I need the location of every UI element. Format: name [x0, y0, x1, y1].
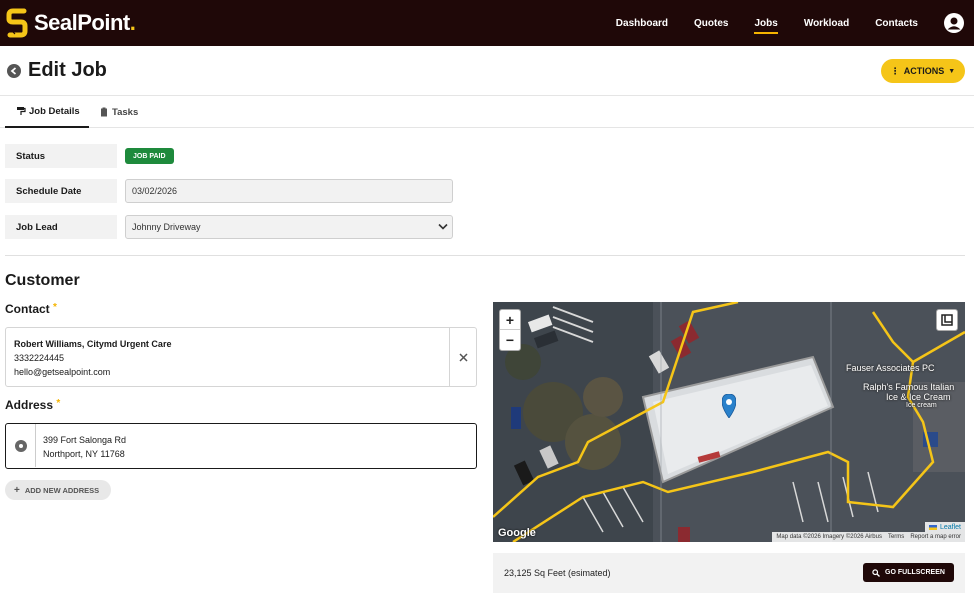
map-attribution: Map data ©2026 Imagery ©2026 Airbus Term…	[772, 532, 965, 542]
sealpoint-logo-icon	[6, 8, 28, 38]
paint-roller-icon	[17, 107, 26, 115]
main-nav: Dashboard Quotes Jobs Workload Contacts	[616, 0, 974, 46]
contact-phone: 3332224445	[14, 353, 65, 363]
chevron-down-icon	[438, 223, 448, 230]
customer-heading: Customer	[5, 272, 80, 289]
go-fullscreen-label: GO FULLSCREEN	[885, 569, 945, 576]
tab-job-details-label: Job Details	[29, 105, 80, 117]
leaflet-link: Leaflet	[939, 523, 961, 531]
contact-heading: Contact *	[5, 302, 57, 316]
map-view[interactable]: + − Fauser Associates PC Ralph's Famous …	[493, 302, 965, 542]
schedule-date-input[interactable]: 03/02/2026	[125, 179, 453, 203]
tab-tasks-label: Tasks	[112, 106, 139, 118]
contact-name: Robert Williams, Citymd Urgent Care	[14, 339, 172, 349]
poi-ralphs-line3[interactable]: Ice cream	[906, 401, 937, 411]
add-new-address-label: ADD NEW ADDRESS	[24, 485, 100, 495]
search-icon	[872, 568, 881, 577]
user-account-icon[interactable]	[944, 13, 964, 33]
job-lead-label: Job Lead	[5, 215, 117, 239]
address-separator	[35, 424, 36, 467]
address-heading-text: Address	[5, 398, 54, 412]
map-data-credit: Map data ©2026 Imagery ©2026 Airbus	[776, 534, 882, 540]
satellite-imagery	[493, 302, 965, 542]
tab-tasks[interactable]: Tasks	[99, 96, 138, 128]
contact-card[interactable]: Robert Williams, Citymd Urgent Care 3332…	[5, 327, 477, 387]
map-pin-icon[interactable]	[722, 394, 736, 418]
close-icon	[458, 352, 468, 362]
clear-contact-button[interactable]	[449, 328, 476, 386]
add-new-address-button[interactable]: + ADD NEW ADDRESS	[5, 480, 111, 500]
map-footer: 23,125 Sq Feet (esimated) GO FULLSCREEN	[493, 553, 965, 593]
nav-contacts[interactable]: Contacts	[875, 0, 918, 46]
go-fullscreen-button[interactable]: GO FULLSCREEN	[863, 563, 954, 582]
report-map-error-link[interactable]: Report a map error	[910, 534, 961, 540]
contact-heading-text: Contact	[5, 302, 50, 316]
status-badge: JOB PAID	[125, 148, 174, 164]
address-details: 399 Fort Salonga Rd Northport, NY 11768	[43, 433, 126, 461]
address-heading: Address *	[5, 398, 60, 412]
brand-name: SealPoint	[34, 10, 130, 35]
address-line2: Northport, NY 11768	[43, 449, 125, 459]
address-radio[interactable]	[15, 440, 27, 452]
required-marker: *	[56, 398, 61, 409]
brand-dot: .	[129, 10, 136, 35]
nav-dashboard[interactable]: Dashboard	[616, 0, 668, 46]
actions-label: ACTIONS	[903, 66, 945, 76]
address-option[interactable]: 399 Fort Salonga Rd Northport, NY 11768	[5, 423, 477, 469]
tab-job-details[interactable]: Job Details	[5, 96, 89, 128]
google-logo: Google	[498, 527, 536, 539]
contact-email: hello@getsealpoint.com	[14, 367, 111, 377]
section-divider	[5, 255, 965, 256]
status-label: Status	[5, 144, 117, 168]
terms-link[interactable]: Terms	[888, 534, 904, 540]
clipboard-icon	[101, 107, 107, 117]
zoom-control: + −	[499, 309, 521, 351]
nav-quotes[interactable]: Quotes	[694, 0, 728, 46]
leaflet-attribution[interactable]: Leaflet	[924, 522, 965, 532]
layers-button[interactable]	[936, 309, 958, 331]
contact-details: Robert Williams, Citymd Urgent Care 3332…	[14, 337, 171, 379]
back-arrow-icon[interactable]	[7, 64, 21, 78]
nav-jobs[interactable]: Jobs	[754, 0, 779, 46]
plus-icon: +	[14, 484, 20, 496]
address-line1: 399 Fort Salonga Rd	[43, 435, 127, 445]
caret-down-icon: ▼	[948, 67, 956, 75]
area-estimate: 23,125 Sq Feet (esimated)	[504, 568, 611, 578]
top-nav: SealPoint. Dashboard Quotes Jobs Workloa…	[0, 0, 974, 46]
page-header: Edit Job ⋮ ACTIONS ▼	[0, 46, 974, 96]
page-title: Edit Job	[28, 59, 107, 81]
job-lead-select[interactable]: Johnny Driveway	[125, 215, 453, 239]
nav-workload[interactable]: Workload	[804, 0, 849, 46]
actions-button[interactable]: ⋮ ACTIONS ▼	[881, 59, 965, 83]
tab-bar: Job Details Tasks	[0, 96, 974, 128]
leaflet-flag-icon	[928, 524, 937, 530]
more-vertical-icon: ⋮	[890, 65, 900, 76]
layers-icon	[941, 314, 953, 326]
job-lead-value: Johnny Driveway	[132, 222, 201, 232]
zoom-out-button[interactable]: −	[500, 330, 520, 350]
schedule-date-label: Schedule Date	[5, 179, 117, 203]
poi-ralphs-line1[interactable]: Ralph's Famous Italian	[863, 382, 954, 392]
poi-fauser-associates[interactable]: Fauser Associates PC	[846, 363, 935, 373]
brand[interactable]: SealPoint.	[6, 8, 136, 38]
required-marker: *	[53, 302, 57, 313]
zoom-in-button[interactable]: +	[500, 310, 520, 330]
